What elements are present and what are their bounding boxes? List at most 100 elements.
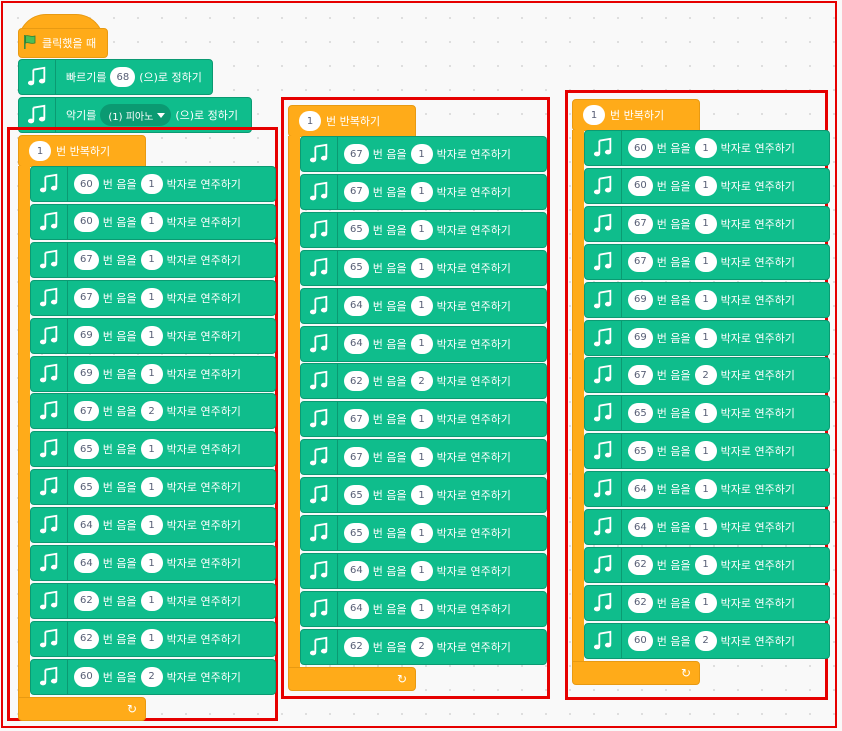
note-input[interactable]: 67 [344,447,369,468]
note-input[interactable]: 64 [628,517,653,537]
note-input[interactable]: 65 [74,477,99,498]
play-note-block[interactable]: 60 번 음을 2 박자로 연주하기 [30,658,276,695]
play-note-block[interactable]: 64 번 음을 1 박자로 연주하기 [300,552,547,589]
note-input[interactable]: 64 [628,479,653,500]
beats-input[interactable]: 1 [694,403,717,424]
note-input[interactable]: 64 [74,515,99,536]
beats-input[interactable]: 1 [140,363,163,384]
note-input[interactable]: 67 [74,249,99,270]
repeat-header[interactable]: 1 번 반복하기 [572,99,700,131]
beats-input[interactable]: 1 [140,249,163,270]
play-note-block[interactable]: 67 번 음을 1 박자로 연주하기 [584,243,830,280]
note-input[interactable]: 69 [628,289,653,310]
note-input[interactable]: 62 [74,590,99,611]
beats-input[interactable]: 2 [140,401,163,422]
note-input[interactable]: 64 [344,333,369,354]
note-input[interactable]: 60 [628,175,653,196]
beats-input[interactable]: 1 [140,553,163,573]
play-note-block[interactable]: 60 번 음을 1 박자로 연주하기 [30,166,276,202]
beats-input[interactable]: 1 [694,554,717,575]
note-input[interactable]: 67 [344,409,369,430]
play-note-block[interactable]: 62 번 음을 1 박자로 연주하기 [30,620,276,657]
play-note-block[interactable]: 65 번 음을 1 박자로 연주하기 [300,515,547,551]
play-note-block[interactable]: 67 번 음을 1 박자로 연주하기 [30,279,276,316]
note-input[interactable]: 65 [344,219,369,240]
play-note-block[interactable]: 60 번 음을 1 박자로 연주하기 [30,203,276,240]
instrument-dropdown[interactable]: (1) 피아노 [100,104,172,126]
play-note-block[interactable]: 60 번 음을 1 박자로 연주하기 [584,130,830,166]
note-input[interactable]: 65 [344,523,369,543]
beats-input[interactable]: 1 [694,479,717,500]
play-note-block[interactable]: 62 번 음을 2 박자로 연주하기 [300,628,547,665]
play-note-block[interactable]: 64 번 음을 1 박자로 연주하기 [300,590,547,627]
beats-input[interactable]: 1 [410,560,433,581]
play-note-block[interactable]: 64 번 음을 1 박자로 연주하기 [30,545,276,581]
beats-input[interactable]: 1 [410,447,433,468]
note-input[interactable]: 62 [628,554,653,575]
beats-input[interactable]: 1 [694,441,717,462]
play-note-block[interactable]: 67 번 음을 2 박자로 연주하기 [30,393,276,430]
beats-input[interactable]: 2 [140,666,163,687]
play-note-block[interactable]: 67 번 음을 1 박자로 연주하기 [300,401,547,438]
tempo-input[interactable]: 68 [110,67,136,87]
note-input[interactable]: 65 [628,441,653,462]
play-note-block[interactable]: 67 번 음을 2 박자로 연주하기 [584,357,830,394]
set-tempo-block[interactable]: 빠르기를 68 (으)로 정하기 [18,59,213,95]
play-note-block[interactable]: 65 번 음을 1 박자로 연주하기 [300,249,547,286]
play-note-block[interactable]: 65 번 음을 1 박자로 연주하기 [30,469,276,506]
play-note-block[interactable]: 65 번 음을 1 박자로 연주하기 [300,477,547,514]
repeat-header[interactable]: 1 번 반복하기 [18,135,146,167]
beats-input[interactable]: 2 [694,365,717,386]
note-input[interactable]: 67 [74,401,99,422]
play-note-block[interactable]: 67 번 음을 1 박자로 연주하기 [30,241,276,278]
beats-input[interactable]: 1 [410,333,433,354]
note-input[interactable]: 67 [628,251,653,272]
note-input[interactable]: 67 [628,213,653,234]
beats-input[interactable]: 1 [140,211,163,232]
note-input[interactable]: 60 [74,174,99,194]
repeat-count-input[interactable]: 1 [29,141,51,161]
note-input[interactable]: 62 [344,636,369,657]
beats-input[interactable]: 1 [694,517,717,537]
note-input[interactable]: 64 [74,553,99,573]
repeat-header[interactable]: 1 번 반복하기 [288,105,416,137]
note-input[interactable]: 67 [344,181,369,202]
play-note-block[interactable]: 67 번 음을 1 박자로 연주하기 [300,173,547,210]
beats-input[interactable]: 1 [140,325,163,346]
play-note-block[interactable]: 65 번 음을 1 박자로 연주하기 [300,211,547,248]
set-instrument-block[interactable]: 악기를 (1) 피아노 (으)로 정하기 [18,97,252,133]
beats-input[interactable]: 1 [694,213,717,234]
beats-input[interactable]: 1 [694,251,717,272]
beats-input[interactable]: 1 [410,295,433,316]
beats-input[interactable]: 2 [410,371,433,392]
note-input[interactable]: 60 [628,138,653,158]
note-input[interactable]: 65 [344,257,369,278]
play-note-block[interactable]: 69 번 음을 1 박자로 연주하기 [584,319,830,356]
play-note-block[interactable]: 67 번 음을 1 박자로 연주하기 [584,205,830,242]
play-note-block[interactable]: 64 번 음을 1 박자로 연주하기 [300,287,547,324]
note-input[interactable]: 67 [74,287,99,308]
note-input[interactable]: 69 [628,327,653,348]
beats-input[interactable]: 1 [410,485,433,506]
beats-input[interactable]: 1 [410,598,433,619]
play-note-block[interactable]: 69 번 음을 1 박자로 연주하기 [30,355,276,392]
beats-input[interactable]: 1 [140,477,163,498]
play-note-block[interactable]: 67 번 음을 1 박자로 연주하기 [300,439,547,476]
note-input[interactable]: 67 [344,144,369,164]
beats-input[interactable]: 1 [140,174,163,194]
play-note-block[interactable]: 69 번 음을 1 박자로 연주하기 [30,317,276,354]
note-input[interactable]: 64 [344,560,369,581]
play-note-block[interactable]: 65 번 음을 1 박자로 연주하기 [584,433,830,470]
note-input[interactable]: 69 [74,363,99,384]
play-note-block[interactable]: 62 번 음을 2 박자로 연주하기 [300,363,547,400]
note-input[interactable]: 62 [344,371,369,392]
play-note-block[interactable]: 64 번 음을 1 박자로 연주하기 [584,509,830,545]
note-input[interactable]: 64 [344,295,369,316]
note-input[interactable]: 62 [628,592,653,613]
play-note-block[interactable]: 62 번 음을 1 박자로 연주하기 [584,584,830,621]
note-input[interactable]: 65 [628,403,653,424]
note-input[interactable]: 69 [74,325,99,346]
beats-input[interactable]: 1 [140,628,163,649]
beats-input[interactable]: 2 [694,630,717,651]
note-input[interactable]: 60 [628,630,653,651]
